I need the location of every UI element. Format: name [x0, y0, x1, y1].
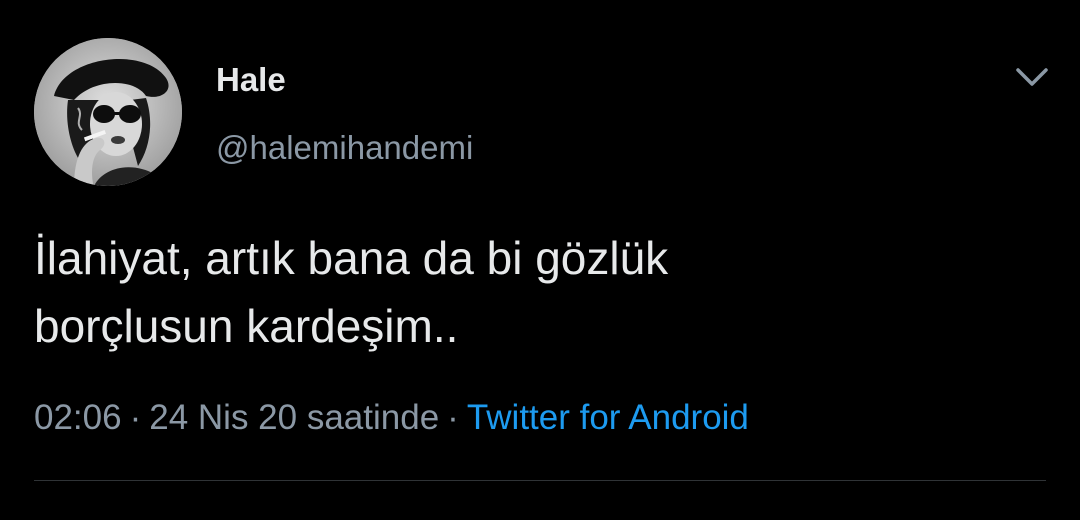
tweet-date[interactable]: 24 Nis 20 saatinde: [149, 398, 439, 437]
avatar[interactable]: [34, 38, 182, 186]
meta-separator: ·: [129, 398, 142, 437]
tweet-source-link[interactable]: Twitter for Android: [467, 398, 749, 437]
avatar-image: [34, 38, 182, 186]
tweet-text: İlahiyat, artık bana da bi gözlük borçlu…: [34, 232, 669, 352]
author-handle[interactable]: @halemihandemi: [216, 128, 473, 168]
chevron-down-icon[interactable]: [1010, 60, 1054, 96]
tweet-detail: Hale @halemihandemi İlahiyat, artık bana…: [0, 0, 1080, 520]
tweet-time[interactable]: 02:06: [34, 398, 122, 437]
author-display-name[interactable]: Hale: [216, 60, 286, 100]
tweet-metadata: 02:06 · 24 Nis 20 saatinde · Twitter for And…: [34, 396, 749, 440]
divider: [34, 480, 1046, 481]
top-edge: [0, 0, 1080, 4]
meta-separator: ·: [447, 398, 459, 437]
